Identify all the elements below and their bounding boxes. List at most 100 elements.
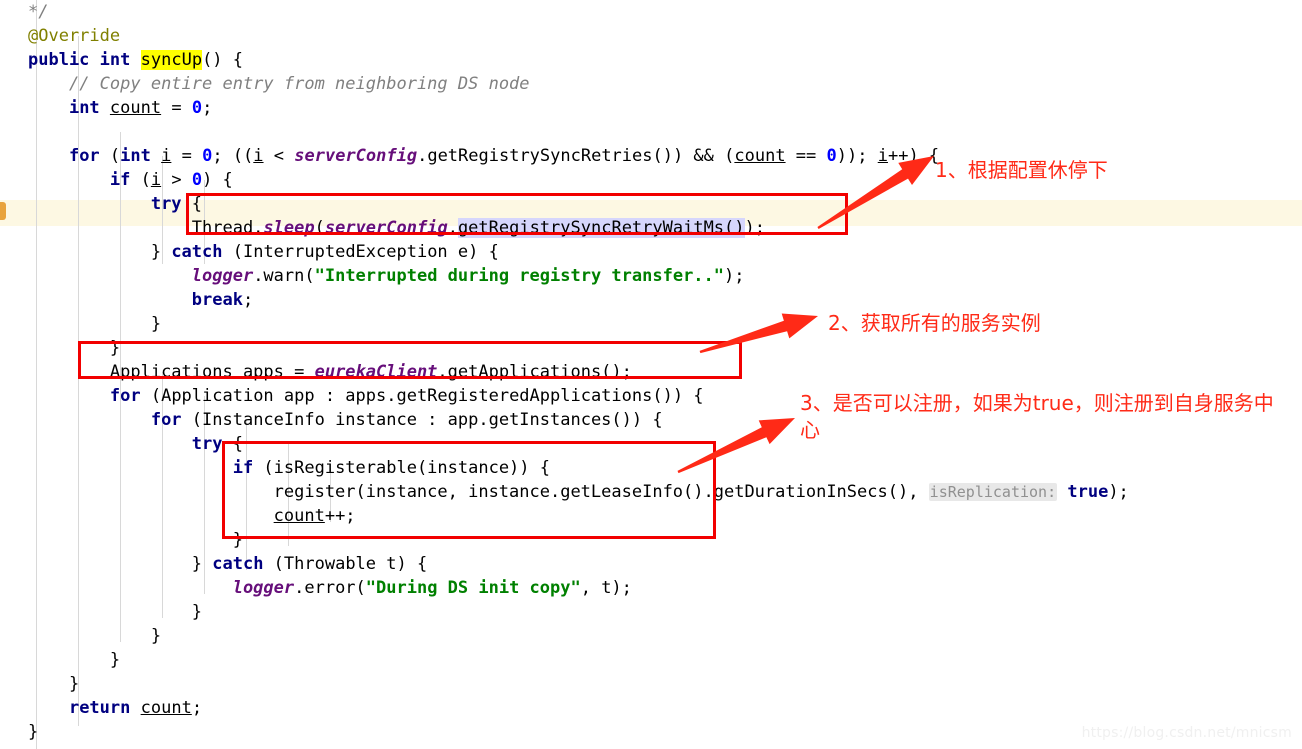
- code-token-kw: catch: [171, 242, 223, 262]
- code-token-plain: , t);: [580, 578, 632, 598]
- code-token-plain: ; ((: [212, 146, 254, 166]
- annotation-text-2: 2、获取所有的服务实例: [828, 311, 1041, 335]
- code-editor[interactable]: */@Override public int syncUp() { // Copy…: [0, 0, 1302, 749]
- code-token-plain: =: [161, 98, 192, 118]
- code-token-plain: }: [150, 242, 172, 262]
- code-line[interactable]: @Override: [0, 24, 1302, 48]
- code-line[interactable]: return count;: [0, 696, 1302, 720]
- code-token-plain: () {: [202, 50, 244, 70]
- code-line[interactable]: }: [0, 672, 1302, 696]
- code-token-local: count: [734, 146, 786, 166]
- code-token-plain: .getRegistrySyncRetries()) && (: [417, 146, 735, 166]
- code-token-plain: }: [150, 626, 162, 646]
- code-token-kw: try: [191, 434, 223, 454]
- code-line[interactable]: int count = 0;: [0, 96, 1302, 120]
- code-token-local: i: [877, 146, 888, 166]
- code-token-anno: @Override: [28, 26, 121, 46]
- code-token-plain: .warn(: [253, 266, 315, 286]
- code-token-plain: }: [191, 554, 213, 574]
- code-line[interactable]: }: [0, 624, 1302, 648]
- code-token-plain: }: [150, 314, 162, 334]
- code-token-plain: }: [109, 650, 121, 670]
- code-line[interactable]: break;: [0, 288, 1302, 312]
- annotation-box-3: [222, 441, 716, 539]
- code-token-plain: >: [161, 170, 192, 190]
- code-token-local: i: [253, 146, 264, 166]
- code-token-kw: for: [109, 386, 141, 406]
- code-token-plain: ==: [785, 146, 827, 166]
- code-token-hilite: syncUp: [140, 50, 203, 70]
- annotation-box-2: [78, 341, 742, 379]
- code-line[interactable]: */: [0, 0, 1302, 24]
- code-token-plain: =: [171, 146, 203, 166]
- code-token-field: serverConfig: [294, 146, 418, 166]
- code-token-plain: );: [724, 266, 745, 286]
- code-token-plain: );: [1108, 482, 1129, 502]
- code-token-plain: ) {: [202, 170, 233, 190]
- code-token-field: logger: [232, 578, 295, 598]
- code-line[interactable]: // Copy entire entry from neighboring DS…: [0, 72, 1302, 96]
- code-line[interactable]: }: [0, 600, 1302, 624]
- code-token-kw: int: [99, 50, 131, 70]
- code-token-num: 0: [826, 146, 837, 166]
- code-token-kw: int: [120, 146, 151, 166]
- code-token-plain: (: [130, 170, 151, 190]
- code-token-local: count: [140, 698, 192, 718]
- code-token-kw: public: [28, 50, 90, 70]
- code-token-kw: for: [68, 146, 100, 166]
- code-line[interactable]: }: [0, 648, 1302, 672]
- annotation-text-3: 3、是否可以注册，如果为true，则注册到自身服务中心: [800, 391, 1274, 442]
- code-token-plain: (: [99, 146, 121, 166]
- code-token-field: logger: [191, 266, 254, 286]
- code-token-str: "Interrupted during registry transfer..": [314, 266, 725, 286]
- code-token-plain: }: [191, 602, 203, 622]
- code-token-local: i: [150, 170, 162, 190]
- code-token-plain: (Throwable t) {: [263, 554, 428, 574]
- code-token-plain: ));: [836, 146, 878, 166]
- code-token-kw: if: [109, 170, 131, 190]
- code-token-plain: }: [68, 674, 80, 694]
- code-token-plain: ;: [202, 98, 213, 118]
- code-token-kw: try: [150, 194, 182, 214]
- code-token-plain: (Application app : apps.getRegisteredApp…: [140, 386, 704, 406]
- code-line[interactable]: }: [0, 312, 1302, 336]
- code-token-kw: true: [1067, 482, 1109, 502]
- code-line[interactable]: logger.error("During DS init copy", t);: [0, 576, 1302, 600]
- code-token-plain: (InterruptedException e) {: [222, 242, 499, 262]
- code-token-local: i: [161, 146, 172, 166]
- code-token-kw: for: [150, 410, 182, 430]
- code-token-kw: break: [191, 290, 243, 310]
- code-token-cmt: */: [28, 2, 49, 22]
- code-token-num: 0: [191, 98, 203, 118]
- annotation-box-1: [186, 193, 848, 235]
- code-token-plain: ;: [242, 290, 254, 310]
- code-line[interactable]: } catch (InterruptedException e) {: [0, 240, 1302, 264]
- code-token-str: "During DS init copy": [365, 578, 581, 598]
- code-line[interactable]: logger.warn("Interrupted during registry…: [0, 264, 1302, 288]
- code-line[interactable]: public int syncUp() {: [0, 48, 1302, 72]
- code-line[interactable]: [0, 120, 1302, 144]
- code-line[interactable]: } catch (Throwable t) {: [0, 552, 1302, 576]
- code-token-plain: (InstanceInfo instance : app.getInstance…: [181, 410, 663, 430]
- code-token-kw: int: [68, 98, 100, 118]
- code-token-parmhint: isReplication:: [928, 483, 1058, 501]
